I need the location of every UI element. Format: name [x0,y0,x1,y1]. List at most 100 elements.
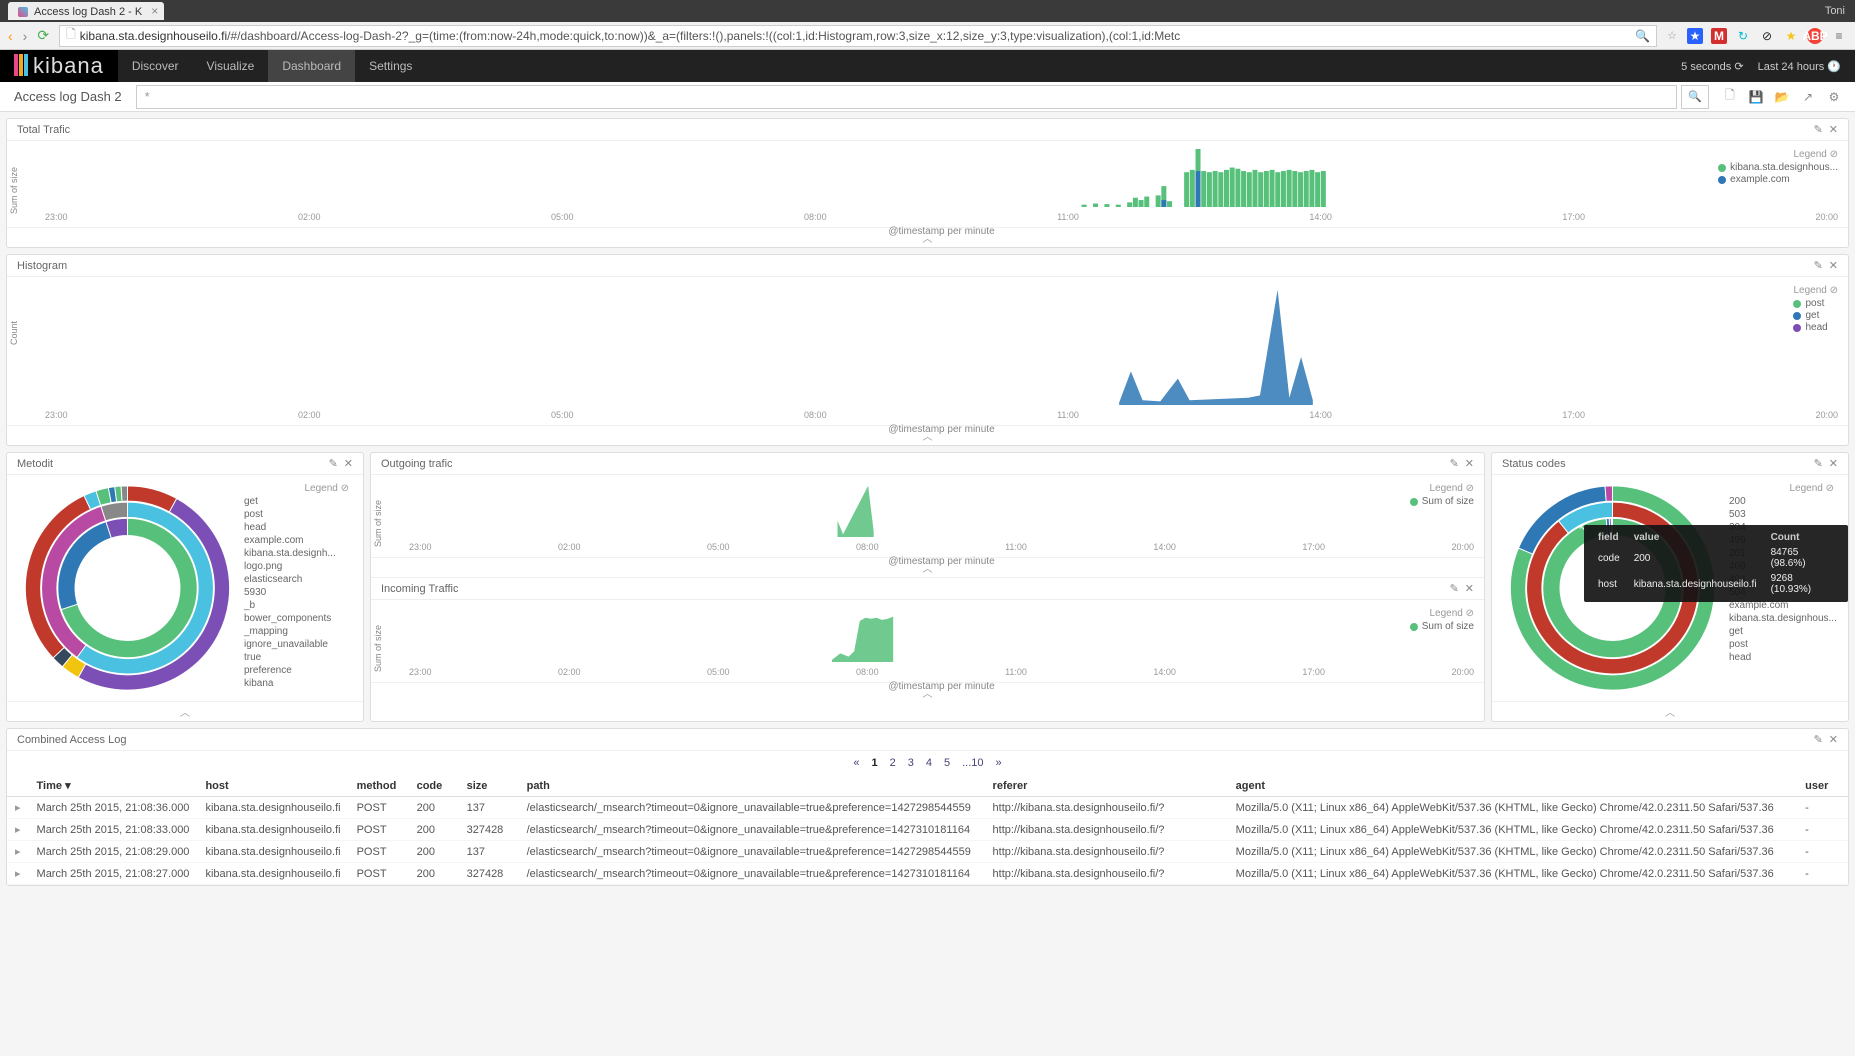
legend-item[interactable]: Sum of size [1410,621,1474,632]
search-input[interactable]: * [136,85,1677,109]
ext-icon-2[interactable]: ↻ [1735,28,1751,44]
close-icon[interactable]: ✕ [1829,123,1838,136]
table-row[interactable]: ▸March 25th 2015, 21:08:33.000kibana.sta… [7,819,1848,841]
share-icon[interactable]: ↗ [1795,85,1821,109]
legend-item[interactable]: get [240,496,355,507]
column-header[interactable]: method [349,775,409,797]
legend-item[interactable]: example.com [240,535,355,546]
table-row[interactable]: ▸March 25th 2015, 21:08:36.000kibana.sta… [7,797,1848,819]
legend-item[interactable]: logo.png [240,561,355,572]
ext-icon-3[interactable]: ⊘ [1759,28,1775,44]
legend-item[interactable]: get [1725,626,1840,637]
column-header[interactable]: code [409,775,459,797]
url-input[interactable]: 🗋 kibana.sta.designhouseilo.fi/#/dashboa… [59,25,1657,47]
chart-methods[interactable] [15,483,240,693]
pager-link[interactable]: 2 [884,755,902,771]
close-icon[interactable]: ✕ [1465,582,1474,595]
column-header[interactable]: Time ▾ [29,775,198,797]
nav-discover[interactable]: Discover [118,50,193,82]
save-icon[interactable]: 💾 [1743,85,1769,109]
edit-icon[interactable]: ✎ [1814,123,1823,136]
close-icon[interactable]: × [151,4,158,18]
legend-item[interactable]: bower_components [240,613,355,624]
legend[interactable]: Legend ⊘ Sum of size [1410,608,1474,633]
column-header[interactable]: host [197,775,348,797]
chart-traffic[interactable]: 01m2m3m5m 23:0002:0005:0008:0011:0014:00… [45,149,1838,237]
pager-link[interactable]: 4 [920,755,938,771]
chart-incoming[interactable]: 01m2m3m4m5m 23:0002:0005:0008:0011:0014:… [409,608,1474,692]
new-icon[interactable]: 🗋 [1717,85,1743,109]
nav-settings[interactable]: Settings [355,50,426,82]
edit-icon[interactable]: ✎ [1450,457,1459,470]
expand-icon[interactable]: ▸ [7,819,29,841]
edit-icon[interactable]: ✎ [1814,733,1823,746]
pager-link[interactable]: « [847,755,865,771]
pager-link[interactable]: 3 [902,755,920,771]
close-icon[interactable]: ✕ [1829,733,1838,746]
open-icon[interactable]: 📂 [1769,85,1795,109]
legend-item[interactable]: head [1793,322,1838,333]
time-range[interactable]: Last 24 hours 🕐 [1758,60,1841,73]
pager-link[interactable]: ...10 [956,755,989,771]
legend-item[interactable]: preference [240,665,355,676]
close-icon[interactable]: ✕ [1829,457,1838,470]
legend-item[interactable]: head [1725,652,1840,663]
browser-tab[interactable]: Access log Dash 2 - K × [8,2,164,20]
legend-item[interactable]: post [1793,298,1838,309]
legend-item[interactable]: true [240,652,355,663]
legend-item[interactable]: ignore_unavailable [240,639,355,650]
abp-icon[interactable]: ABP [1807,28,1823,44]
legend-item[interactable]: post [1725,639,1840,650]
close-icon[interactable]: ✕ [1465,457,1474,470]
gmail-icon[interactable]: M [1711,28,1727,44]
legend-item[interactable]: head [240,522,355,533]
nav-visualize[interactable]: Visualize [193,50,269,82]
expand-icon[interactable]: ▸ [7,841,29,863]
pager-link[interactable]: 5 [938,755,956,771]
search-button[interactable]: 🔍 [1681,85,1709,109]
nav-dashboard[interactable]: Dashboard [268,50,355,82]
settings-icon[interactable]: ⚙ [1821,85,1847,109]
legend-item[interactable]: example.com [1718,174,1838,185]
legend-item[interactable]: post [240,509,355,520]
column-header[interactable]: agent [1228,775,1798,797]
collapse-icon[interactable]: ︿ [7,701,363,721]
legend-item[interactable]: get [1793,310,1838,321]
expand-icon[interactable]: ▸ [7,797,29,819]
column-header[interactable]: user [1797,775,1848,797]
legend[interactable]: Legend ⊘ getpostheadexample.comkibana.st… [240,483,355,693]
legend[interactable]: Legend ⊘ Sum of size [1410,483,1474,508]
ext-icon-1[interactable]: ★ [1687,28,1703,44]
legend-item[interactable]: _b [240,600,355,611]
edit-icon[interactable]: ✎ [1814,457,1823,470]
legend[interactable]: Legend ⊘ kibana.sta.designhous...example… [1718,149,1838,186]
chrome-menu-icon[interactable]: ≡ [1831,28,1847,44]
legend-item[interactable]: elasticsearch [240,574,355,585]
ext-icon-4[interactable]: ★ [1783,28,1799,44]
legend-item[interactable]: Sum of size [1410,496,1474,507]
bookmark-icon[interactable]: ☆ [1667,29,1677,42]
table-row[interactable]: ▸March 25th 2015, 21:08:29.000kibana.sta… [7,841,1848,863]
legend-item[interactable]: _mapping [240,626,355,637]
legend-item[interactable]: kibana.sta.designhous... [1725,613,1840,624]
close-icon[interactable]: ✕ [344,457,353,470]
expand-icon[interactable]: ▸ [7,863,29,885]
table-row[interactable]: ▸March 25th 2015, 21:08:27.000kibana.sta… [7,863,1848,885]
edit-icon[interactable]: ✎ [329,457,338,470]
browser-profile[interactable]: Toni [1825,5,1855,17]
chart-histogram[interactable]: 01k2k3k4k5k 23:0002:0005:0008:0011:0014:… [45,285,1838,435]
legend[interactable]: Legend ⊘ postgethead [1793,285,1838,334]
chart-outgoing[interactable]: 0500k1m1.5m2m 23:0002:0005:0008:0011:001… [409,483,1474,567]
collapse-icon[interactable]: ︿ [1492,701,1848,721]
legend-item[interactable]: 503 [1725,509,1840,520]
legend-item[interactable]: kibana [240,678,355,689]
kibana-logo[interactable]: kibana [0,50,118,82]
search-in-page-icon[interactable]: 🔍 [1635,29,1650,43]
legend-item[interactable]: 5930 [240,587,355,598]
close-icon[interactable]: ✕ [1829,259,1838,272]
edit-icon[interactable]: ✎ [1814,259,1823,272]
refresh-interval[interactable]: 5 seconds ⟳ [1681,60,1743,73]
back-icon[interactable]: ‹ [8,28,13,44]
column-header[interactable]: path [519,775,985,797]
reload-icon[interactable]: ⟳ [37,27,49,44]
